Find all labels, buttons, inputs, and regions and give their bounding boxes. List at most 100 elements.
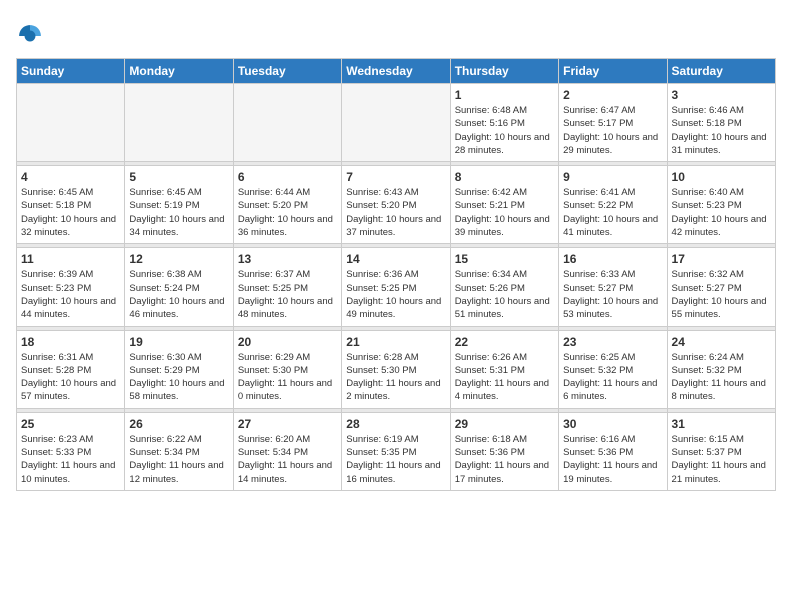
day-info: Sunrise: 6:24 AMSunset: 5:32 PMDaylight:… <box>672 351 771 404</box>
calendar-cell: 4 Sunrise: 6:45 AMSunset: 5:18 PMDaylight… <box>17 166 125 244</box>
day-number: 20 <box>238 335 337 349</box>
day-info: Sunrise: 6:37 AMSunset: 5:25 PMDaylight:… <box>238 268 337 321</box>
weekday-header-monday: Monday <box>125 59 233 84</box>
calendar-week-4: 18 Sunrise: 6:31 AMSunset: 5:28 PMDayligh… <box>17 330 776 408</box>
calendar-cell: 9 Sunrise: 6:41 AMSunset: 5:22 PMDaylight… <box>559 166 667 244</box>
calendar-cell: 28Sunrise: 6:19 AMSunset: 5:35 PMDayligh… <box>342 412 450 490</box>
day-info: Sunrise: 6:23 AMSunset: 5:33 PMDaylight:… <box>21 433 120 486</box>
logo-icon <box>16 22 44 50</box>
calendar-cell: 8Sunrise: 6:42 AMSunset: 5:21 PMDaylight… <box>450 166 558 244</box>
day-info: Sunrise: 6:32 AMSunset: 5:27 PMDaylight:… <box>672 268 771 321</box>
calendar-cell: 1Sunrise: 6:48 AMSunset: 5:16 PMDaylight… <box>450 84 558 162</box>
day-number: 18 <box>21 335 120 349</box>
calendar-cell: 19 Sunrise: 6:30 AMSunset: 5:29 PMDayligh… <box>125 330 233 408</box>
calendar-cell: 17 Sunrise: 6:32 AMSunset: 5:27 PMDayligh… <box>667 248 775 326</box>
day-number: 4 <box>21 170 120 184</box>
day-info: Sunrise: 6:25 AMSunset: 5:32 PMDaylight:… <box>563 351 662 404</box>
day-number: 29 <box>455 417 554 431</box>
day-number: 13 <box>238 252 337 266</box>
day-number: 27 <box>238 417 337 431</box>
calendar-cell: 3 Sunrise: 6:46 AMSunset: 5:18 PMDaylight… <box>667 84 775 162</box>
day-number: 21 <box>346 335 445 349</box>
weekday-header-wednesday: Wednesday <box>342 59 450 84</box>
calendar-week-3: 11 Sunrise: 6:39 AMSunset: 5:23 PMDayligh… <box>17 248 776 326</box>
calendar-week-2: 4 Sunrise: 6:45 AMSunset: 5:18 PMDaylight… <box>17 166 776 244</box>
day-number: 7 <box>346 170 445 184</box>
day-info: Sunrise: 6:16 AMSunset: 5:36 PMDaylight:… <box>563 433 662 486</box>
calendar-cell: 25 Sunrise: 6:23 AMSunset: 5:33 PMDayligh… <box>17 412 125 490</box>
calendar-cell: 14Sunrise: 6:36 AMSunset: 5:25 PMDayligh… <box>342 248 450 326</box>
day-number: 6 <box>238 170 337 184</box>
day-number: 16 <box>563 252 662 266</box>
day-number: 2 <box>563 88 662 102</box>
calendar-cell: 5 Sunrise: 6:45 AMSunset: 5:19 PMDaylight… <box>125 166 233 244</box>
calendar-week-5: 25 Sunrise: 6:23 AMSunset: 5:33 PMDayligh… <box>17 412 776 490</box>
calendar-cell: 11 Sunrise: 6:39 AMSunset: 5:23 PMDayligh… <box>17 248 125 326</box>
day-info: Sunrise: 6:18 AMSunset: 5:36 PMDaylight:… <box>455 433 554 486</box>
day-number: 30 <box>563 417 662 431</box>
day-info: Sunrise: 6:36 AMSunset: 5:25 PMDaylight:… <box>346 268 445 321</box>
weekday-header-tuesday: Tuesday <box>233 59 341 84</box>
day-info: Sunrise: 6:31 AMSunset: 5:28 PMDaylight:… <box>21 351 120 404</box>
weekday-header-row: SundayMondayTuesdayWednesdayThursdayFrid… <box>17 59 776 84</box>
calendar-cell: 20 Sunrise: 6:29 AMSunset: 5:30 PMDayligh… <box>233 330 341 408</box>
day-number: 19 <box>129 335 228 349</box>
calendar-cell: 12 Sunrise: 6:38 AMSunset: 5:24 PMDayligh… <box>125 248 233 326</box>
calendar-cell: 29 Sunrise: 6:18 AMSunset: 5:36 PMDayligh… <box>450 412 558 490</box>
calendar-cell: 16 Sunrise: 6:33 AMSunset: 5:27 PMDayligh… <box>559 248 667 326</box>
weekday-header-saturday: Saturday <box>667 59 775 84</box>
day-info: Sunrise: 6:41 AMSunset: 5:22 PMDaylight:… <box>563 186 662 239</box>
day-number: 15 <box>455 252 554 266</box>
day-number: 9 <box>563 170 662 184</box>
calendar-cell: 7 Sunrise: 6:43 AMSunset: 5:20 PMDaylight… <box>342 166 450 244</box>
calendar-cell: 13 Sunrise: 6:37 AMSunset: 5:25 PMDayligh… <box>233 248 341 326</box>
day-info: Sunrise: 6:15 AMSunset: 5:37 PMDaylight:… <box>672 433 771 486</box>
calendar-cell: 6 Sunrise: 6:44 AMSunset: 5:20 PMDaylight… <box>233 166 341 244</box>
day-number: 17 <box>672 252 771 266</box>
day-info: Sunrise: 6:44 AMSunset: 5:20 PMDaylight:… <box>238 186 337 239</box>
day-number: 3 <box>672 88 771 102</box>
day-info: Sunrise: 6:29 AMSunset: 5:30 PMDaylight:… <box>238 351 337 404</box>
calendar-cell: 23 Sunrise: 6:25 AMSunset: 5:32 PMDayligh… <box>559 330 667 408</box>
day-number: 5 <box>129 170 228 184</box>
calendar-cell: 2 Sunrise: 6:47 AMSunset: 5:17 PMDaylight… <box>559 84 667 162</box>
day-info: Sunrise: 6:20 AMSunset: 5:34 PMDaylight:… <box>238 433 337 486</box>
weekday-header-friday: Friday <box>559 59 667 84</box>
calendar-cell: 26 Sunrise: 6:22 AMSunset: 5:34 PMDayligh… <box>125 412 233 490</box>
calendar-cell: 22 Sunrise: 6:26 AMSunset: 5:31 PMDayligh… <box>450 330 558 408</box>
day-info: Sunrise: 6:26 AMSunset: 5:31 PMDaylight:… <box>455 351 554 404</box>
calendar-cell: 10Sunrise: 6:40 AMSunset: 5:23 PMDayligh… <box>667 166 775 244</box>
day-info: Sunrise: 6:33 AMSunset: 5:27 PMDaylight:… <box>563 268 662 321</box>
day-number: 12 <box>129 252 228 266</box>
calendar-cell: 31Sunrise: 6:15 AMSunset: 5:37 PMDayligh… <box>667 412 775 490</box>
calendar-cell <box>17 84 125 162</box>
day-number: 10 <box>672 170 771 184</box>
day-info: Sunrise: 6:30 AMSunset: 5:29 PMDaylight:… <box>129 351 228 404</box>
day-number: 22 <box>455 335 554 349</box>
day-info: Sunrise: 6:47 AMSunset: 5:17 PMDaylight:… <box>563 104 662 157</box>
day-info: Sunrise: 6:45 AMSunset: 5:19 PMDaylight:… <box>129 186 228 239</box>
calendar-cell: 18 Sunrise: 6:31 AMSunset: 5:28 PMDayligh… <box>17 330 125 408</box>
weekday-header-thursday: Thursday <box>450 59 558 84</box>
calendar-cell: 27 Sunrise: 6:20 AMSunset: 5:34 PMDayligh… <box>233 412 341 490</box>
day-info: Sunrise: 6:43 AMSunset: 5:20 PMDaylight:… <box>346 186 445 239</box>
day-info: Sunrise: 6:46 AMSunset: 5:18 PMDaylight:… <box>672 104 771 157</box>
day-number: 23 <box>563 335 662 349</box>
calendar-cell: 24 Sunrise: 6:24 AMSunset: 5:32 PMDayligh… <box>667 330 775 408</box>
day-info: Sunrise: 6:39 AMSunset: 5:23 PMDaylight:… <box>21 268 120 321</box>
day-info: Sunrise: 6:45 AMSunset: 5:18 PMDaylight:… <box>21 186 120 239</box>
page-header <box>16 16 776 50</box>
calendar-cell <box>342 84 450 162</box>
day-number: 25 <box>21 417 120 431</box>
calendar-cell: 21Sunrise: 6:28 AMSunset: 5:30 PMDayligh… <box>342 330 450 408</box>
logo <box>16 22 48 50</box>
calendar-cell: 30 Sunrise: 6:16 AMSunset: 5:36 PMDayligh… <box>559 412 667 490</box>
day-number: 11 <box>21 252 120 266</box>
day-number: 26 <box>129 417 228 431</box>
day-number: 24 <box>672 335 771 349</box>
day-info: Sunrise: 6:38 AMSunset: 5:24 PMDaylight:… <box>129 268 228 321</box>
day-info: Sunrise: 6:42 AMSunset: 5:21 PMDaylight:… <box>455 186 554 239</box>
calendar-table: SundayMondayTuesdayWednesdayThursdayFrid… <box>16 58 776 491</box>
calendar-cell: 15Sunrise: 6:34 AMSunset: 5:26 PMDayligh… <box>450 248 558 326</box>
day-info: Sunrise: 6:22 AMSunset: 5:34 PMDaylight:… <box>129 433 228 486</box>
